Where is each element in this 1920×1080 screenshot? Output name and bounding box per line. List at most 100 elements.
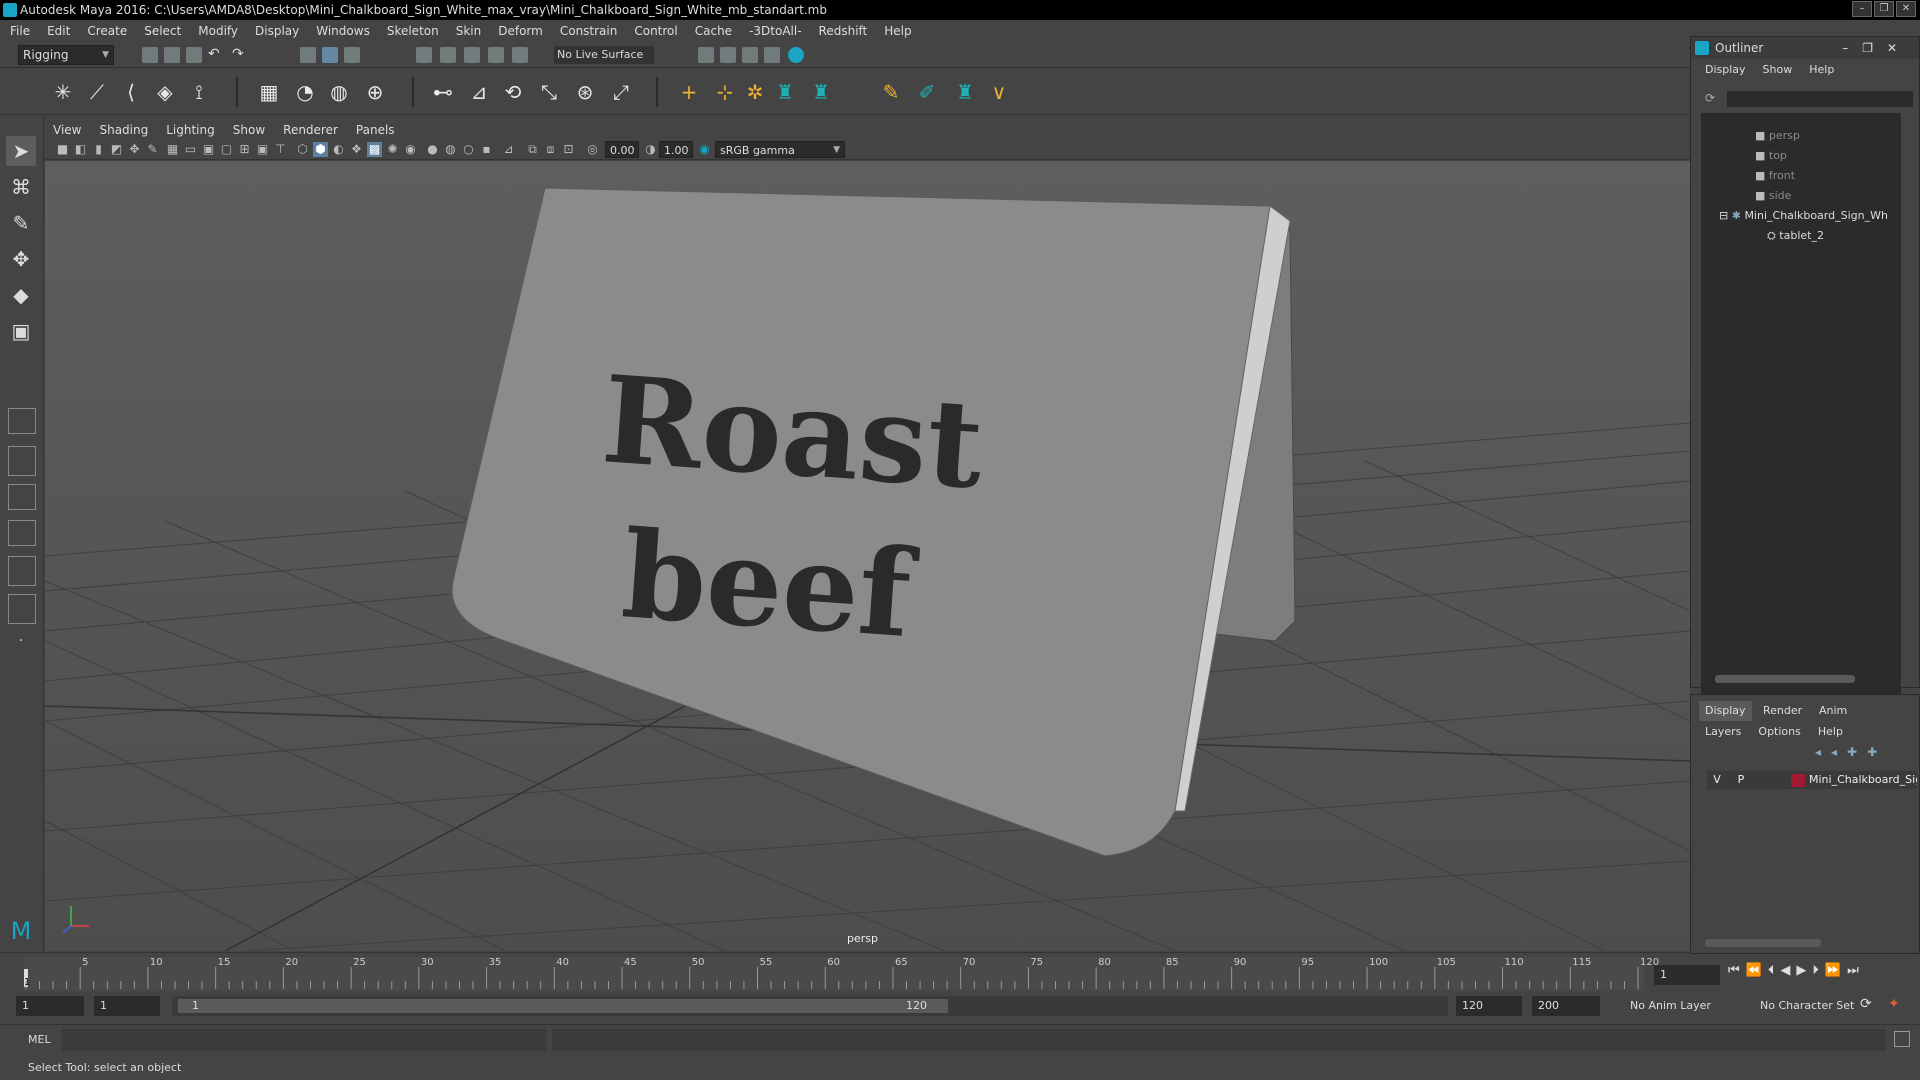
move-tool-icon[interactable]: ✥ (6, 244, 36, 274)
layers-menu-help[interactable]: Help (1818, 725, 1843, 738)
hik-icon[interactable]: ⟟ (186, 79, 212, 105)
new-scene-icon[interactable] (142, 47, 158, 63)
wireframe-on-shaded-icon[interactable]: ◐ (331, 142, 346, 157)
time-slider[interactable]: 5 10 15 20 25 30 35 40 45 50 55 60 65 70 75 80 85 90 95 100… (0, 952, 1859, 992)
backface-culling-icon[interactable]: ⊡ (561, 142, 576, 157)
select-object-icon[interactable] (322, 47, 338, 63)
range-slider[interactable]: 1 120 (172, 996, 1448, 1016)
grease-pencil-icon[interactable]: ✎ (145, 142, 160, 157)
character-set-dropdown[interactable]: No Character Set (1754, 996, 1854, 1016)
render-frame-icon[interactable] (720, 47, 736, 63)
v-icon[interactable]: ∨ (986, 79, 1012, 105)
start-time-field[interactable]: 1 (16, 996, 84, 1016)
playback-end-field[interactable]: 120 (1456, 996, 1522, 1016)
outliner-item-tablet[interactable]: ⛭ tablet_2 (1767, 229, 1824, 243)
play-forward-icon[interactable]: ▶ (1796, 963, 1806, 978)
layer-row[interactable]: V P Mini_Chalkboard_Sign (1707, 771, 1917, 789)
persp-graph-layout-icon[interactable] (8, 520, 36, 546)
exposure-icon[interactable]: ◎ (585, 142, 600, 157)
tab-anim[interactable]: Anim (1813, 701, 1853, 721)
color-management-icon[interactable]: ◉ (697, 142, 712, 157)
film-gate-icon[interactable]: ▭ (183, 142, 198, 157)
2d-pan-zoom-icon[interactable]: ✥ (127, 142, 142, 157)
persp-outliner-layout-icon[interactable] (8, 484, 36, 510)
single-perspective-layout-icon[interactable] (8, 408, 36, 434)
menu-windows[interactable]: Windows (316, 24, 370, 38)
lasso-tool-icon[interactable]: ⌘ (6, 172, 36, 202)
aim-constraint-icon[interactable]: ⊛ (572, 79, 598, 105)
menu-set-dropdown[interactable]: Rigging ▼ (18, 45, 114, 65)
joint-orient-icon[interactable]: ⊹ (712, 79, 738, 105)
layer-name[interactable]: Mini_Chalkboard_Sign (1809, 771, 1917, 789)
hik-character-icon[interactable]: ♜ (772, 79, 798, 105)
anti-aliasing-icon[interactable]: ◍ (443, 142, 458, 157)
menu-help[interactable]: Help (884, 24, 911, 38)
panel-menu-panels[interactable]: Panels (356, 123, 395, 137)
lattice-icon[interactable]: ▦ (256, 79, 282, 105)
menu-3dtoall[interactable]: -3DtoAll- (749, 24, 801, 38)
menu-deform[interactable]: Deform (498, 24, 543, 38)
play-back-icon[interactable]: ◀ (1780, 963, 1790, 978)
gate-mask-icon[interactable]: ▢ (219, 142, 234, 157)
xray-joints-icon[interactable]: ⧉ (525, 142, 540, 157)
perspective-viewport[interactable]: Roast beef persp (45, 161, 1690, 951)
four-view-layout-icon[interactable] (8, 446, 36, 476)
step-back-key-icon[interactable]: ⏴ (1768, 963, 1775, 978)
render-settings-icon[interactable] (698, 47, 714, 63)
menu-skin[interactable]: Skin (456, 24, 482, 38)
undo-icon[interactable]: ↶ (208, 46, 224, 62)
restore-button[interactable]: ❐ (1874, 1, 1894, 17)
camera-attributes-icon[interactable]: ◧ (73, 142, 88, 157)
resolution-gate-icon[interactable]: ▣ (201, 142, 216, 157)
select-tool-icon[interactable]: ➤ (6, 136, 36, 166)
snap-view-plane-icon[interactable] (488, 47, 504, 63)
end-time-field[interactable]: 200 (1532, 996, 1600, 1016)
outliner-item-persp[interactable]: ■ persp (1755, 129, 1800, 142)
use-all-lights-icon[interactable]: ▩ (367, 142, 382, 157)
wireframe-icon[interactable]: ⬡ (295, 142, 310, 157)
safe-action-icon[interactable]: ▣ (255, 142, 270, 157)
outliner-item-top[interactable]: ■ top (1755, 149, 1787, 162)
ik-handle-icon[interactable]: ⟋ (84, 79, 110, 105)
menu-control[interactable]: Control (634, 24, 677, 38)
skin-bind-icon[interactable]: ◈ (152, 79, 178, 105)
parent-constraint-icon[interactable]: ⊷ (430, 79, 456, 105)
grid-icon[interactable]: ▦ (165, 142, 180, 157)
xray-components-icon[interactable]: ⧈ (543, 142, 558, 157)
isolate-select-icon[interactable]: ▪ (479, 142, 494, 157)
panel-menu-show[interactable]: Show (233, 123, 265, 137)
character-icon[interactable]: ♜ (952, 79, 978, 105)
tab-render[interactable]: Render (1757, 701, 1808, 721)
step-forward-key-icon[interactable]: ⏵ (1812, 963, 1819, 978)
layers-menu-options[interactable]: Options (1758, 725, 1800, 738)
menu-redshift[interactable]: Redshift (819, 24, 868, 38)
menu-edit[interactable]: Edit (47, 24, 70, 38)
scale-tool-icon[interactable]: ▣ (6, 316, 36, 346)
snap-live-icon[interactable] (512, 47, 528, 63)
view-transform-dropdown[interactable]: sRGB gamma ▼ (715, 141, 845, 158)
select-hierarchy-icon[interactable] (300, 47, 316, 63)
outliner-filter-input[interactable] (1727, 91, 1913, 107)
redo-icon[interactable]: ↷ (232, 46, 248, 62)
live-surface-field[interactable]: No Live Surface (554, 46, 654, 64)
layer-action-icons[interactable]: ◂◂✚✚ (1815, 745, 1887, 759)
step-back-icon[interactable]: ⏪ (1746, 963, 1762, 978)
gamma-icon[interactable]: ◑ (643, 142, 658, 157)
menu-display[interactable]: Display (255, 24, 299, 38)
animation-prefs-icon[interactable]: ✦ (1888, 996, 1900, 1012)
depth-of-field-icon[interactable]: ○ (461, 142, 476, 157)
close-button[interactable]: ✕ (1896, 1, 1916, 17)
current-frame-field[interactable]: 1 (1654, 965, 1720, 985)
field-chart-icon[interactable]: ⊞ (237, 142, 252, 157)
exposure-field[interactable]: 0.00 (605, 141, 639, 158)
panel-menu-lighting[interactable]: Lighting (166, 123, 215, 137)
menu-select[interactable]: Select (144, 24, 181, 38)
create-joint-icon[interactable]: ✳ (50, 79, 76, 105)
locator-icon[interactable]: + (676, 79, 702, 105)
step-forward-icon[interactable]: ⏩ (1825, 963, 1841, 978)
hik-control-icon[interactable]: ♜ (808, 79, 834, 105)
gamma-field[interactable]: 1.00 (659, 141, 693, 158)
menu-modify[interactable]: Modify (198, 24, 238, 38)
anim-layer-dropdown[interactable]: No Anim Layer (1624, 996, 1711, 1016)
tab-display[interactable]: Display (1699, 701, 1752, 721)
